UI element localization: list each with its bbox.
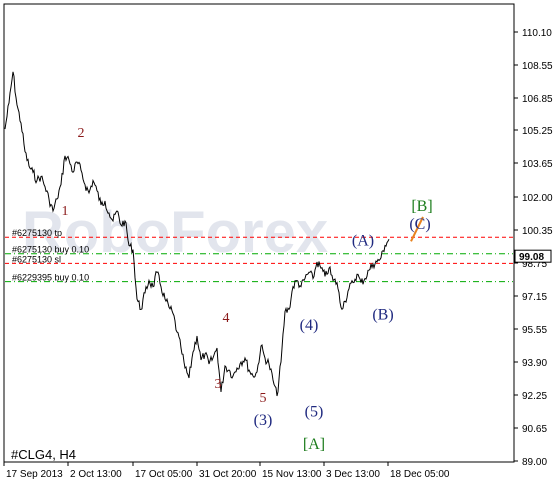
- order-level-label: #6275130 tp: [12, 228, 62, 238]
- y-tick-label: 106.85: [522, 94, 553, 105]
- x-tick-label: 2 Oct 13:00: [70, 469, 122, 480]
- y-tick-label: 95.55: [522, 325, 547, 336]
- y-tick-label: 100.35: [522, 226, 553, 237]
- x-axis: 17 Sep 2013 2 Oct 13:00 17 Oct 05:00 31 Oct…: [3, 462, 450, 480]
- wave-label: (B): [372, 307, 393, 324]
- wave-label: (3): [254, 412, 273, 429]
- y-tick-label: 103.65: [522, 159, 553, 170]
- y-tick-label: 108.55: [522, 61, 553, 72]
- x-tick-label: 3 Dec 13:00: [326, 469, 380, 480]
- current-price-marker: 99.08: [514, 249, 552, 263]
- y-tick-label: 93.90: [522, 358, 547, 369]
- current-price-value: 99.08: [519, 252, 544, 263]
- wave-label: [B]: [411, 198, 432, 215]
- wave-label: (C): [409, 216, 430, 233]
- order-level-label: #6275130 sl: [12, 254, 61, 264]
- x-tick-label: 17 Oct 05:00: [135, 469, 193, 480]
- x-tick-label: 15 Nov 13:00: [262, 469, 322, 480]
- wave-label: 1: [62, 204, 69, 219]
- x-tick-label: 18 Dec 05:00: [390, 469, 450, 480]
- wave-label: [A]: [303, 436, 325, 453]
- y-tick-label: 89.00: [522, 457, 547, 468]
- symbol-label: #CLG4, H4: [11, 447, 76, 462]
- y-tick-label: 92.25: [522, 391, 547, 402]
- wave-label: (4): [300, 317, 319, 334]
- wave-label: 4: [223, 311, 230, 326]
- y-tick-label: 105.25: [522, 126, 553, 137]
- y-tick-label: 102.00: [522, 193, 553, 204]
- price-chart: RoboForex #6275130 tp#6275130 buy 0.10#6…: [3, 3, 553, 480]
- y-tick-label: 90.65: [522, 424, 547, 435]
- wave-label: 2: [78, 126, 85, 141]
- x-tick-label: 31 Oct 20:00: [199, 469, 257, 480]
- wave-label: 3: [215, 377, 222, 392]
- wave-label: 5: [260, 391, 267, 406]
- order-level-label: #6275130 buy 0.10: [12, 245, 89, 255]
- wave-label: (A): [352, 232, 374, 249]
- y-tick-label: 110.10: [522, 28, 552, 39]
- y-tick-label: 97.15: [522, 292, 547, 303]
- y-axis: 110.10 108.55 106.85 105.25 103.65 102.00 100.…: [514, 28, 553, 468]
- order-level-label: #6229395 buy 0.10: [12, 273, 89, 283]
- wave-label: (5): [305, 404, 324, 421]
- x-tick-label: 17 Sep 2013: [6, 469, 63, 480]
